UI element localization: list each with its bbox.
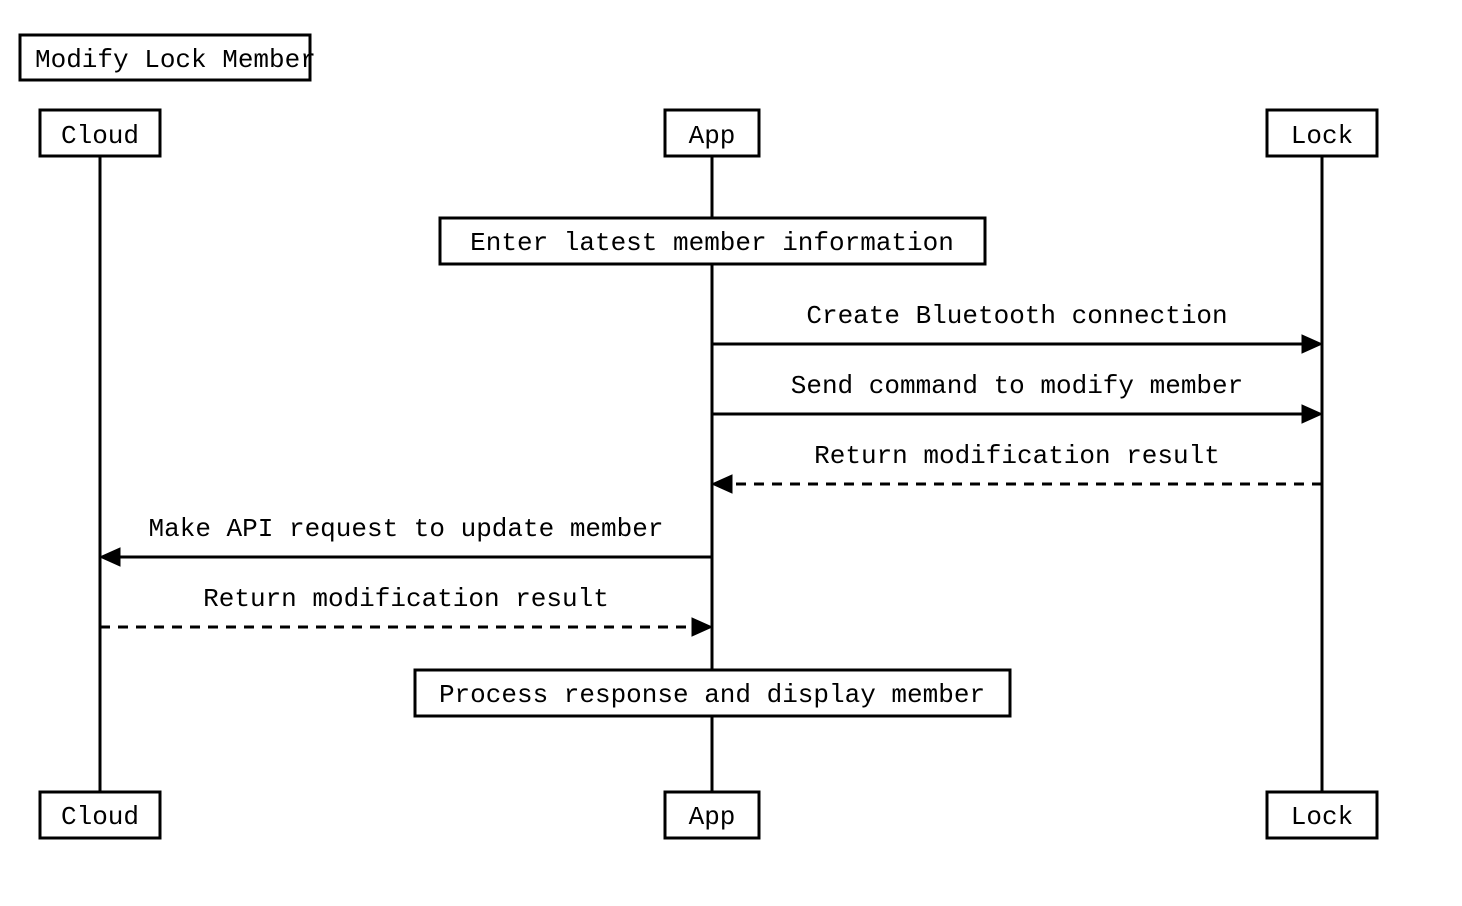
participant-lock-label: Lock <box>1291 121 1353 151</box>
msg-bt-connect: Create Bluetooth connection <box>712 301 1322 353</box>
msg-return-cloud-label: Return modification result <box>203 584 609 614</box>
participant-cloud-top: Cloud <box>40 110 160 156</box>
participant-cloud-label-bottom: Cloud <box>61 802 139 832</box>
msg-send-modify-label: Send command to modify member <box>791 371 1243 401</box>
diagram-title: Modify Lock Member <box>35 45 316 75</box>
sequence-diagram: Modify Lock Member Cloud App Lock Enter … <box>0 0 1462 906</box>
note-process-response: Process response and display member <box>415 670 1010 716</box>
participant-lock-label-bottom: Lock <box>1291 802 1353 832</box>
msg-bt-connect-label: Create Bluetooth connection <box>806 301 1227 331</box>
msg-send-modify: Send command to modify member <box>712 371 1322 423</box>
participant-app-top: App <box>665 110 759 156</box>
participant-app-label-bottom: App <box>689 802 736 832</box>
msg-return-lock-label: Return modification result <box>814 441 1220 471</box>
participant-lock-top: Lock <box>1267 110 1377 156</box>
note-process-response-label: Process response and display member <box>439 680 985 710</box>
note-enter-info: Enter latest member information <box>440 218 985 264</box>
msg-api-update-label: Make API request to update member <box>149 514 664 544</box>
participant-app-label: App <box>689 121 736 151</box>
participant-app-bottom: App <box>665 792 759 838</box>
msg-return-cloud: Return modification result <box>100 584 712 636</box>
note-enter-info-label: Enter latest member information <box>470 228 954 258</box>
participant-cloud-label: Cloud <box>61 121 139 151</box>
msg-return-lock: Return modification result <box>712 441 1322 493</box>
msg-api-update: Make API request to update member <box>100 514 712 566</box>
participant-cloud-bottom: Cloud <box>40 792 160 838</box>
diagram-title-box: Modify Lock Member <box>20 35 316 80</box>
participant-lock-bottom: Lock <box>1267 792 1377 838</box>
